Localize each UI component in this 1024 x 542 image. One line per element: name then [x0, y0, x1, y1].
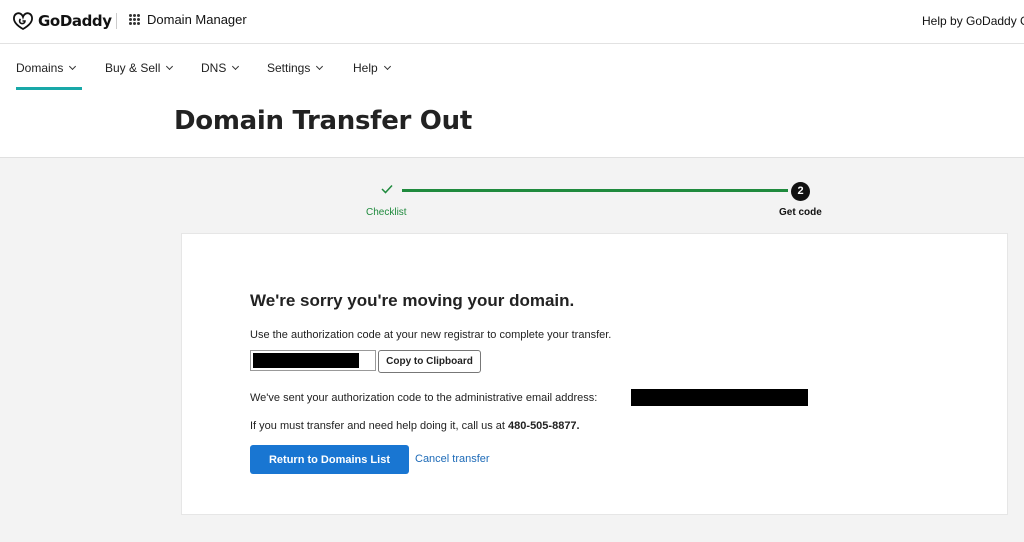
- nav-item-label: Buy & Sell: [105, 61, 161, 75]
- nav-item-buy-sell[interactable]: Buy & Sell: [105, 61, 174, 75]
- step-label-checklist: Checklist: [366, 207, 407, 218]
- app-title: Domain Manager: [147, 12, 247, 27]
- return-to-domains-button[interactable]: Return to Domains List: [250, 445, 409, 474]
- nav-item-dns[interactable]: DNS: [201, 61, 240, 75]
- page-title: Domain Transfer Out: [174, 106, 472, 136]
- auth-code-field[interactable]: [250, 350, 376, 371]
- check-icon: [381, 184, 393, 194]
- help-link[interactable]: Help by GoDaddy G: [922, 14, 1024, 28]
- brand-name: GoDaddy: [38, 12, 112, 30]
- godaddy-logo[interactable]: GoDaddy: [12, 10, 112, 32]
- nav-item-settings[interactable]: Settings: [267, 61, 324, 75]
- chevron-down-icon: [232, 62, 240, 71]
- step-number-badge: 2: [791, 182, 810, 201]
- stepper-progress-line: [402, 189, 788, 192]
- chevron-down-icon: [383, 62, 391, 71]
- page-header: Domain Transfer Out: [0, 90, 1024, 158]
- nav-item-label: Settings: [267, 61, 311, 75]
- nav-item-domains[interactable]: Domains: [16, 61, 77, 75]
- chevron-down-icon: [166, 62, 174, 71]
- chevron-down-icon: [316, 62, 324, 71]
- support-call-text: If you must transfer and need help doing…: [250, 420, 580, 432]
- email-sent-text: We've sent your authorization code to th…: [250, 392, 598, 404]
- apps-grid-icon[interactable]: [129, 14, 140, 25]
- chevron-down-icon: [69, 62, 77, 71]
- cancel-transfer-link[interactable]: Cancel transfer: [415, 453, 490, 465]
- nav-item-label: DNS: [201, 61, 227, 75]
- godaddy-logo-icon: [13, 12, 33, 31]
- support-phone-number: 480-505-8877.: [508, 420, 580, 432]
- support-call-label: If you must transfer and need help doing…: [250, 420, 505, 432]
- top-bar: GoDaddy Domain Manager Help by GoDaddy G: [0, 0, 1024, 44]
- nav-item-label: Help: [353, 61, 378, 75]
- nav-item-label: Domains: [16, 61, 64, 75]
- card-heading: We're sorry you're moving your domain.: [250, 291, 575, 310]
- redacted-auth-code: [253, 353, 359, 368]
- copy-to-clipboard-button[interactable]: Copy to Clipboard: [378, 350, 481, 373]
- redacted-email-address: [631, 389, 808, 406]
- nav-item-help[interactable]: Help: [353, 61, 391, 75]
- instruction-text: Use the authorization code at your new r…: [250, 329, 612, 341]
- step-label-get-code: Get code: [779, 207, 822, 218]
- header-divider: [116, 13, 117, 29]
- main-nav: Domains Buy & Sell DNS Settings Help: [0, 44, 1024, 90]
